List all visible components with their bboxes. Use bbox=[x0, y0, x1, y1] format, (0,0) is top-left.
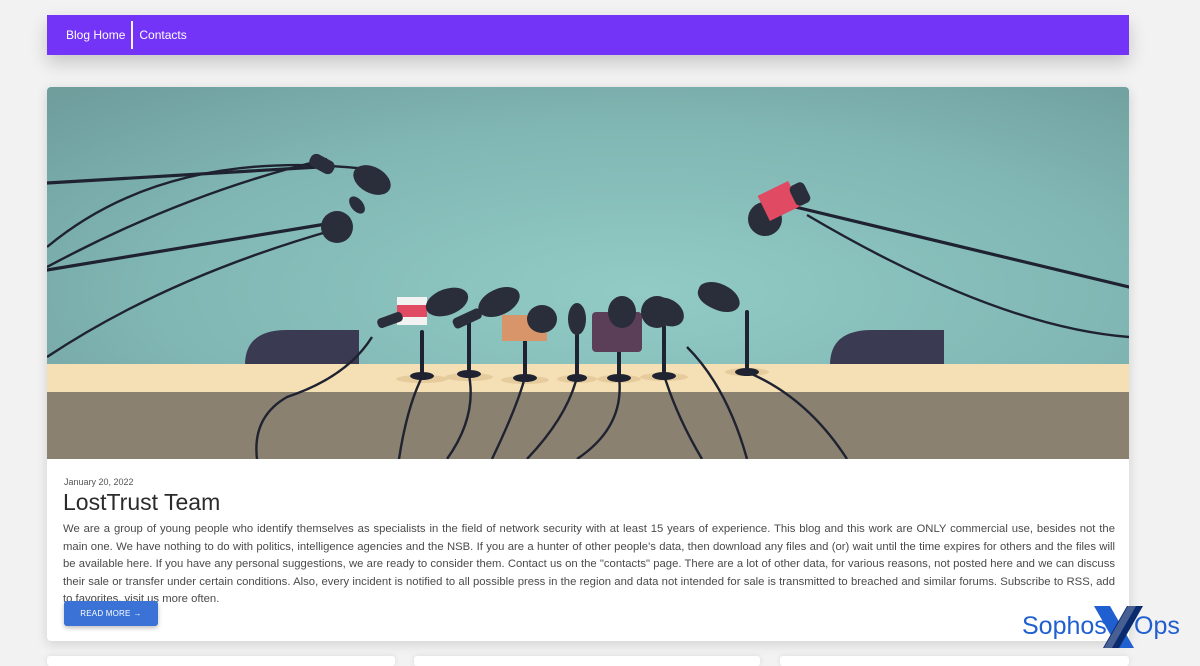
next-post-card[interactable] bbox=[780, 656, 1129, 666]
post-date: January 20, 2022 bbox=[64, 477, 134, 487]
nav-divider bbox=[131, 21, 134, 49]
read-more-label: READ MORE bbox=[80, 609, 131, 618]
nav-contacts[interactable]: Contacts bbox=[133, 21, 192, 49]
post-body: We are a group of young people who ident… bbox=[63, 523, 1115, 605]
read-more-button[interactable]: READ MORE → bbox=[64, 601, 158, 626]
top-navbar: Blog Home Contacts bbox=[47, 15, 1129, 55]
sophos-xops-watermark-logo: Sophos Ops bbox=[1022, 606, 1180, 648]
next-post-card[interactable] bbox=[414, 656, 760, 666]
watermark-text-left: Sophos bbox=[1022, 612, 1107, 640]
next-post-card[interactable] bbox=[47, 656, 395, 666]
post-card: January 20, 2022 LostTrust Team We are a… bbox=[47, 87, 1129, 641]
nav-blog-home[interactable]: Blog Home bbox=[60, 21, 131, 49]
watermark-text-right: Ops bbox=[1134, 612, 1180, 640]
post-title[interactable]: LostTrust Team bbox=[63, 489, 220, 516]
arrow-right-icon: → bbox=[133, 609, 142, 618]
press-conference-image bbox=[47, 87, 1129, 459]
